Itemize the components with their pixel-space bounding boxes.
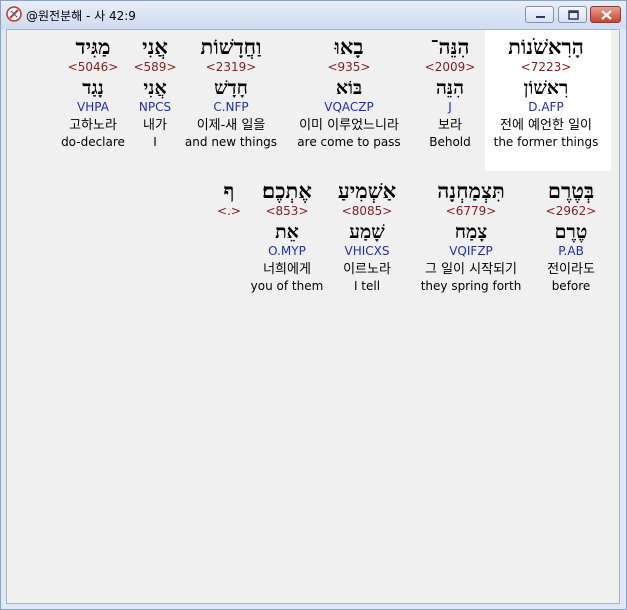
minimize-icon <box>536 16 545 18</box>
minimize-button[interactable] <box>525 6 554 23</box>
close-icon <box>601 10 612 20</box>
maximize-icon <box>568 10 579 20</box>
strong-number[interactable]: <5046> <box>23 60 163 76</box>
morphology-code: VHPA <box>77 100 109 114</box>
app-window: @원전분해 - 사 42:9 הָרִאשֹׁנוֹת <7223> רִאשׁ… <box>0 0 627 610</box>
word-cell[interactable]: מַגִּיד <5046> נָגַד VHPA 고하노라 do-declar… <box>23 34 163 149</box>
hebrew-root: נָגַד <box>82 77 104 99</box>
maximize-button[interactable] <box>558 6 587 23</box>
title-bar[interactable]: @원전분해 - 사 42:9 <box>1 1 626 29</box>
app-logo-icon <box>6 6 22 22</box>
strong-number[interactable]: <.> <box>159 204 299 220</box>
hebrew-word: מַגִּיד <box>75 34 111 59</box>
close-button[interactable] <box>590 6 621 23</box>
hebrew-root: אֵת <box>275 221 299 243</box>
morphology-code: O.MYP <box>268 244 306 258</box>
window-title: @원전분해 - 사 42:9 <box>26 9 136 23</box>
hebrew-word: ף <box>223 178 235 203</box>
english-gloss: do-declare <box>61 135 125 149</box>
word-cell[interactable]: ף <.> <box>159 178 299 220</box>
english-gloss: you of them <box>250 279 324 293</box>
korean-gloss: 너희에게 <box>263 262 311 277</box>
korean-gloss: 고하노라 <box>69 118 117 133</box>
verse-analysis-panel: הָרִאשֹׁנוֹת <7223> רִאשׁוֹן D.AFP 전에 예언… <box>6 29 620 604</box>
